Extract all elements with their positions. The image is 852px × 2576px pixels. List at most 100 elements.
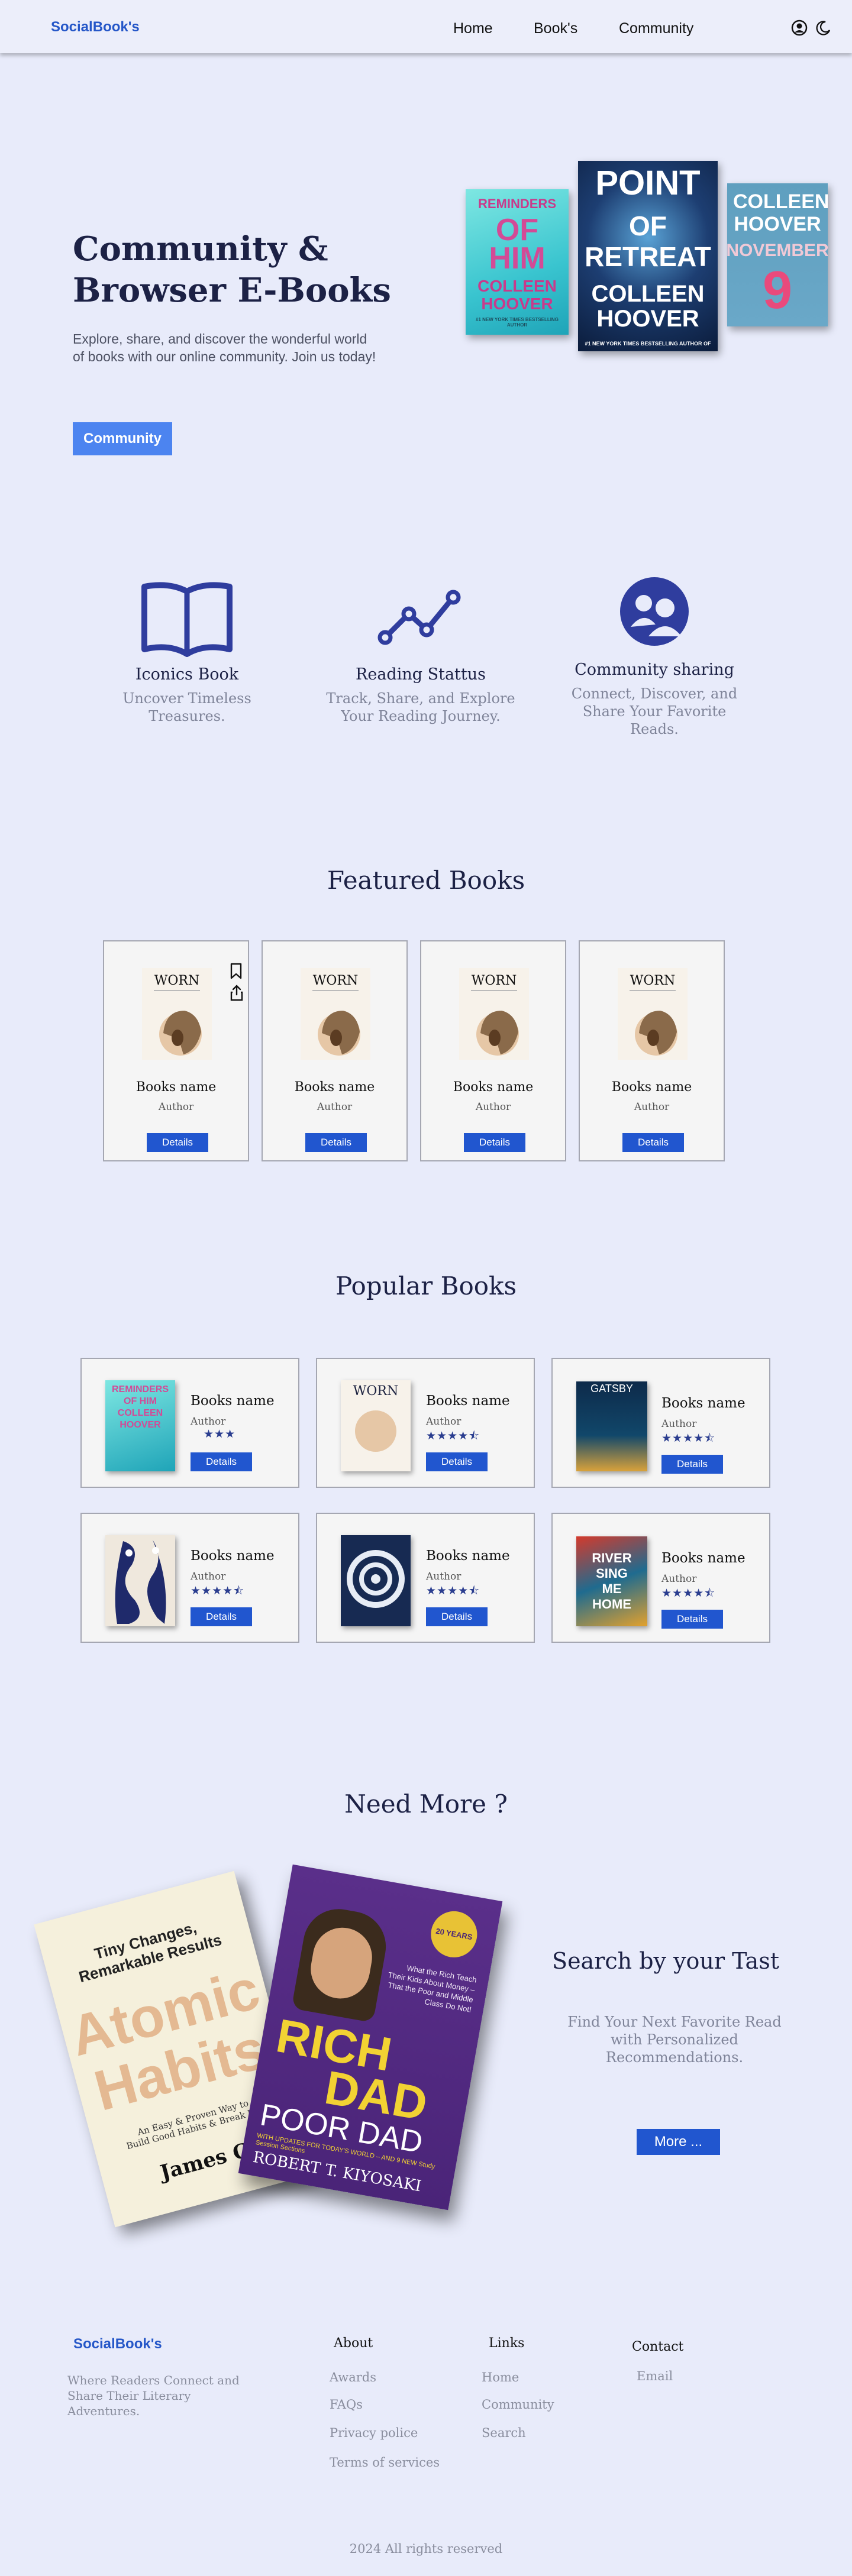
- hero-book-cover-point-of-retreat[interactable]: POINT OF RETREAT COLLEEN HOOVER #1 NEW Y…: [578, 161, 718, 351]
- featured-books-title: Featured Books: [327, 866, 525, 895]
- cover-text-bottom: #1 NEW YORK TIMES BESTSELLING AUTHOR OF: [585, 341, 711, 347]
- popular-book-card[interactable]: WORN Books name Author ★★★★⯪ Details: [316, 1358, 535, 1488]
- footer-links-title: Links: [489, 2336, 525, 2351]
- star-rating: ★★★★⯪: [426, 1430, 480, 1442]
- star-rating: ★★★★⯪: [661, 1432, 716, 1445]
- featured-book-card[interactable]: WORN Books name Author Details: [420, 940, 566, 1161]
- cover-text-author: 9: [762, 260, 793, 320]
- book-cover-image[interactable]: WORN: [459, 968, 529, 1060]
- nav-books-link[interactable]: Book's: [534, 20, 577, 37]
- open-book-icon: [141, 582, 233, 657]
- book-cover-image[interactable]: WORN: [142, 968, 212, 1060]
- popular-book-card[interactable]: Books name Author ★★★★⯪ Details: [316, 1513, 535, 1643]
- feature-desc: Track, Share, and Explore Your Reading J…: [326, 690, 515, 724]
- cover-title-text: WORN: [313, 973, 358, 988]
- nav-home-link[interactable]: Home: [453, 20, 493, 37]
- details-button[interactable]: Details: [661, 1610, 723, 1629]
- cover-text-author: COLLEEN HOOVER: [477, 276, 557, 313]
- copyright-text: 2024 All rights reserved: [349, 2542, 503, 2556]
- book-cover-image[interactable]: WORN: [341, 1380, 411, 1471]
- book-name: Books name: [135, 1080, 217, 1095]
- book-author: Author: [426, 1416, 462, 1428]
- user-circle-icon[interactable]: [790, 19, 808, 37]
- community-icon: [620, 577, 689, 646]
- details-button[interactable]: Details: [305, 1133, 367, 1152]
- cover-text-author: COLLEEN HOOVER: [591, 281, 705, 332]
- details-button[interactable]: Details: [147, 1133, 208, 1152]
- details-button[interactable]: Details: [661, 1455, 723, 1474]
- cover-title-text: WORN: [472, 973, 517, 988]
- book-name: Books name: [191, 1393, 275, 1409]
- book-author: Author: [426, 1571, 462, 1583]
- moon-icon[interactable]: [814, 19, 832, 37]
- footer-link-email[interactable]: Email: [637, 2369, 673, 2383]
- search-heading: Search by your Tast: [552, 1948, 779, 1974]
- popular-books-title: Popular Books: [335, 1271, 517, 1300]
- site-logo[interactable]: SocialBook's: [51, 19, 140, 35]
- footer-link-community[interactable]: Community: [482, 2397, 554, 2412]
- footer-link-home[interactable]: Home: [482, 2370, 519, 2384]
- cover-text-middle: OF HIM: [489, 213, 546, 276]
- popular-book-card[interactable]: GATSBY Books name Author ★★★★⯪ Details: [551, 1358, 770, 1488]
- popular-book-card[interactable]: Books name Author ★★★★⯪ Details: [80, 1513, 299, 1643]
- book-author: Author: [317, 1101, 353, 1113]
- search-description: Find Your Next Favorite Read with Person…: [567, 2014, 782, 2066]
- book-cover-image[interactable]: GATSBY: [576, 1381, 647, 1471]
- book-author: Author: [634, 1101, 670, 1113]
- book-name: Books name: [426, 1393, 510, 1409]
- book-author: Author: [191, 1416, 226, 1428]
- star-rating: ★★★★⯪: [661, 1587, 716, 1600]
- book-cover-image[interactable]: RIVER SING ME HOME: [576, 1536, 647, 1626]
- details-button[interactable]: Details: [426, 1452, 488, 1471]
- nav-community-link[interactable]: Community: [619, 20, 693, 37]
- need-more-title: Need More ?: [344, 1789, 508, 1818]
- featured-book-card[interactable]: WORN Books name Author Details: [579, 940, 725, 1161]
- book-name: Books name: [453, 1080, 534, 1095]
- footer-about-title: About: [334, 2336, 373, 2351]
- cover-text-top: POINT: [595, 164, 701, 202]
- feature-title: Community sharing: [575, 661, 734, 679]
- hero-community-button[interactable]: Community: [73, 422, 172, 455]
- details-button[interactable]: Details: [464, 1133, 525, 1152]
- book-author: Author: [661, 1418, 697, 1430]
- book-name: Books name: [294, 1080, 375, 1095]
- footer-link-faqs[interactable]: FAQs: [330, 2397, 363, 2412]
- book-author: Author: [475, 1101, 511, 1113]
- popular-book-card[interactable]: REMINDERS OF HIM COLLEEN HOOVER Books na…: [80, 1358, 299, 1488]
- hero-book-cover-november-9[interactable]: COLLEEN HOOVER NOVEMBER 9: [727, 183, 828, 326]
- details-button[interactable]: Details: [191, 1607, 252, 1626]
- hero-book-cover-reminders[interactable]: REMINDERS OF HIM COLLEEN HOOVER #1 NEW Y…: [466, 189, 569, 335]
- cover-text-middle: OF RETREAT: [585, 211, 711, 272]
- details-button[interactable]: Details: [426, 1607, 488, 1626]
- footer-link-terms[interactable]: Terms of services: [330, 2455, 440, 2470]
- bookmark-icon[interactable]: [230, 963, 243, 979]
- cover-blurb: What the Rich Teach Their Kids About Mon…: [387, 1963, 477, 2014]
- footer-link-search[interactable]: Search: [482, 2426, 526, 2440]
- featured-book-card[interactable]: WORN Books name Author Details: [103, 940, 249, 1161]
- cover-text-bottom: #1 NEW YORK TIMES BESTSELLING AUTHOR: [476, 316, 559, 328]
- cover-text-top: REMINDERS: [477, 196, 556, 211]
- footer-tagline: Where Readers Connect and Share Their Li…: [67, 2373, 240, 2418]
- popular-book-card[interactable]: RIVER SING ME HOME Books name Author ★★★…: [551, 1513, 770, 1643]
- featured-book-card[interactable]: WORN Books name Author Details: [262, 940, 408, 1161]
- rich-dad-poor-dad-book-cover[interactable]: 20 YEARS What the Rich Teach Their Kids …: [238, 1864, 503, 2211]
- details-button[interactable]: Details: [191, 1452, 252, 1471]
- book-cover-image[interactable]: [341, 1535, 411, 1626]
- share-icon[interactable]: [230, 984, 244, 1002]
- footer-link-awards[interactable]: Awards: [330, 2370, 376, 2384]
- book-cover-image[interactable]: WORN: [618, 968, 688, 1060]
- cover-title-text: WORN: [630, 973, 675, 988]
- footer-logo[interactable]: SocialBook's: [73, 2336, 162, 2352]
- book-cover-image[interactable]: [105, 1535, 175, 1626]
- cover-title-text: WORN: [353, 1384, 399, 1399]
- book-cover-image[interactable]: WORN: [301, 968, 370, 1060]
- footer-link-privacy[interactable]: Privacy police: [330, 2426, 418, 2440]
- book-name: Books name: [661, 1551, 746, 1566]
- book-name: Books name: [426, 1548, 510, 1564]
- book-cover-image[interactable]: REMINDERS OF HIM COLLEEN HOOVER: [105, 1380, 175, 1471]
- details-button[interactable]: Details: [622, 1133, 684, 1152]
- feature-title: Reading Stattus: [356, 665, 486, 684]
- feature-iconic-book: Iconics Book Uncover Timeless Treasures.: [92, 580, 282, 725]
- more-button[interactable]: More ...: [637, 2129, 720, 2155]
- cover-text-top: COLLEEN HOOVER: [733, 190, 828, 235]
